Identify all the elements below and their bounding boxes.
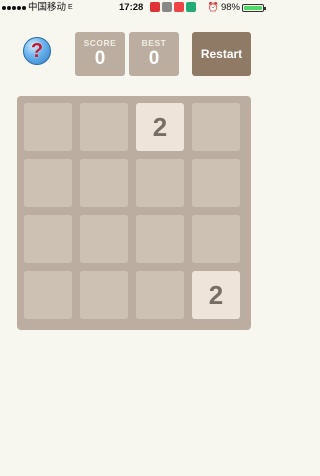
tile: 2 — [192, 271, 240, 319]
game-board[interactable]: 22 — [17, 96, 251, 330]
notification-icons — [150, 2, 196, 12]
grid-cell — [24, 103, 72, 151]
grid-cell — [192, 159, 240, 207]
grid-cell — [80, 271, 128, 319]
grid-cell — [80, 159, 128, 207]
score-box: SCORE 0 — [75, 32, 125, 76]
carrier-info: 中国移动 E — [2, 0, 73, 15]
restart-button[interactable]: Restart — [192, 32, 251, 76]
app-notification-icon — [186, 2, 196, 12]
grid-cell — [136, 215, 184, 263]
image-notification-icon — [162, 2, 172, 12]
grid-cell — [136, 159, 184, 207]
battery-percent: 98% — [220, 2, 240, 13]
app-notification-icon — [174, 2, 184, 12]
battery-icon — [242, 3, 266, 12]
carrier-name: 中国移动 — [28, 2, 67, 13]
grid-cell — [24, 215, 72, 263]
grid-cell — [192, 215, 240, 263]
status-bar: 中国移动 E 17:28 ⏰ 98% — [0, 0, 268, 15]
score-label: SCORE — [83, 38, 117, 48]
tile: 2 — [136, 103, 184, 151]
app-notification-icon — [150, 2, 160, 12]
alarm-icon: ⏰ — [207, 2, 219, 12]
best-score-box: BEST 0 — [129, 32, 179, 76]
score-value: 0 — [94, 48, 106, 69]
grid-cell — [24, 271, 72, 319]
battery-level — [244, 5, 262, 10]
best-label: BEST — [141, 38, 167, 48]
grid-cell — [136, 271, 184, 319]
grid-cell — [24, 159, 72, 207]
battery-status: ⏰ 98% — [207, 0, 266, 15]
grid-cell — [192, 103, 240, 151]
grid-cell — [80, 103, 128, 151]
best-value: 0 — [148, 48, 160, 69]
signal-strength-icon — [2, 5, 26, 10]
clock: 17:28 — [119, 2, 144, 13]
grid-cell — [80, 215, 128, 263]
network-type: E — [68, 4, 73, 11]
help-button[interactable]: ? — [23, 37, 51, 65]
question-mark-icon: ? — [30, 40, 44, 62]
